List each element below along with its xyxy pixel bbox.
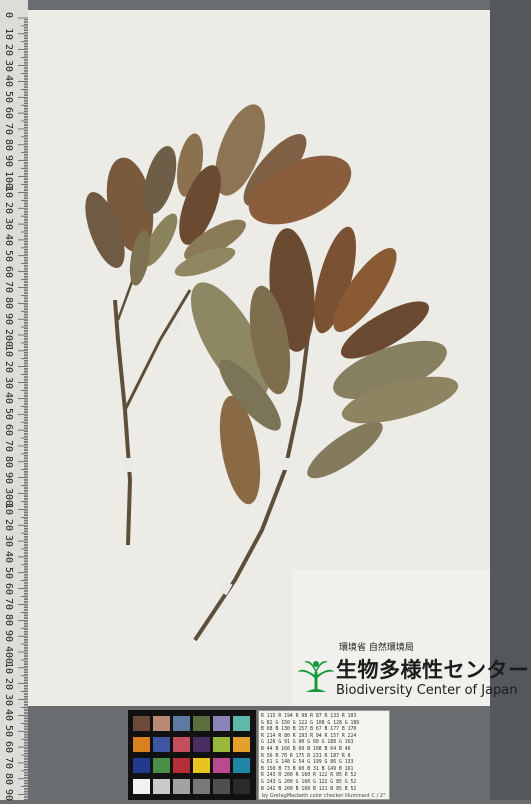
color-patch [173,716,190,731]
ruler-label: 10 [3,344,14,357]
ruler-label: 40 [3,550,14,563]
ruler-label: 60 [3,582,14,595]
scale-ruler: 0 10 20 30 40 50 60 70 80 90 100 10 20 30 40 50 60 70 80 90… [0,0,28,801]
ruler-label: 80 [3,138,14,151]
ruler-label: 80 [3,772,14,785]
ruler-label: 50 [3,249,14,262]
color-patch [153,779,170,794]
ruler-label: 30 [3,693,14,706]
color-patch [133,737,150,752]
biodiversity-logo-icon [298,661,334,692]
ruler-label: 90 [3,313,14,326]
ruler-label: 10 [3,503,14,516]
ministry-name: 環境省 自然環境局 [339,643,414,653]
color-patch [133,716,150,731]
ruler-label: 40 [3,709,14,722]
color-patch [233,737,250,752]
color-data-row: R 214 R 80 R 193 R 94 R 157 R 224 [261,733,357,739]
stem-left-twig [123,289,192,411]
leaf-cluster-upper [85,104,352,286]
color-patch [213,779,230,794]
color-data-row: R 243 R 200 R 160 R 122 R 85 R 52 [261,773,357,779]
ruler-label: 40 [3,75,14,88]
ruler-label: 20 [3,202,14,215]
ruler-label: 70 [3,598,14,611]
color-patch [193,758,210,773]
ruler-label: 50 [3,91,14,104]
ruler-label: 60 [3,741,14,754]
ruler-label: 90 [3,630,14,643]
ruler-label: 20 [3,360,14,373]
color-patch [173,758,190,773]
color-data-row: B 150 B 73 B 60 B 31 B 149 B 161 [261,766,354,772]
color-patch [173,779,190,794]
color-patch [233,716,250,731]
color-patch [153,758,170,773]
ruler-label: 90 [3,788,14,801]
color-patch [213,716,230,731]
color-checker-caption: by GretagMacbeth color checker illuminan… [262,793,386,799]
ruler-label: 30 [3,59,14,72]
ruler-label: 30 [3,218,14,231]
ruler-label: 40 [3,233,14,246]
center-name-english: Biodiversity Center of Japan [336,683,518,698]
color-patch [193,716,210,731]
stem-label-strip [282,458,290,470]
ruler-label: 60 [3,265,14,278]
ruler-label: 90 [3,471,14,484]
ruler-label: 80 [3,614,14,627]
ruler-label: 30 [3,535,14,548]
ruler-label: 50 [3,725,14,738]
ruler-label: 10 [3,186,14,199]
stem-label-strip [124,458,132,472]
color-data-row: G 126 G 91 G 90 G 60 G 188 G 163 [261,740,354,746]
color-patch [173,737,190,752]
color-data-row: G 82 G 150 G 122 G 108 G 128 G 189 [261,720,360,726]
ruler-label: 40 [3,392,14,405]
ruler-label: 20 [3,519,14,532]
color-data-row: B 44 B 166 B 99 B 108 B 64 B 46 [261,747,351,752]
ruler-label: 60 [3,424,14,437]
ruler-label: 20 [3,677,14,690]
color-data-row: B 242 B 200 B 160 B 121 B 85 B 52 [261,786,357,792]
stem-label-strip [171,319,184,334]
color-patch [213,737,230,752]
color-data-row: B 68 B 130 B 157 B 67 B 177 B 170 [261,727,357,733]
color-patch [133,779,150,794]
color-patch [153,716,170,731]
ruler-label: 10 [3,27,14,40]
ruler-label: 10 [3,661,14,674]
color-patch [233,779,250,794]
ruler-label: 30 [3,376,14,389]
color-patch [233,758,250,773]
color-patch [133,758,150,773]
ruler-label: 80 [3,455,14,468]
ruler-label: 70 [3,281,14,294]
ruler-label: 90 [3,154,14,167]
ruler-label: 50 [3,408,14,421]
ruler-label: 70 [3,122,14,135]
ruler-label: 60 [3,107,14,120]
ruler-label: 70 [3,439,14,452]
stem-left-branch [113,299,133,546]
ruler-label: 0 [3,12,14,19]
ruler-label: 70 [3,756,14,769]
color-patch [193,737,210,752]
color-data-row: R 56 R 70 R 175 R 231 R 187 R 8 [261,753,351,759]
color-patch [213,758,230,773]
center-name-japanese: 生物多様性センター [336,658,530,682]
color-patch [153,737,170,752]
stem-label-strip [219,580,233,596]
ruler-label: 50 [3,566,14,579]
color-checker-chart [128,710,256,800]
color-data-row: G 61 G 148 G 54 G 199 G 86 G 133 [261,760,354,766]
color-data-card: R 115 R 194 R 98 R 87 R 133 R 103 G 82 G … [258,710,390,800]
ruler-label: 80 [3,297,14,310]
color-data-row: R 115 R 194 R 98 R 87 R 133 R 103 [261,714,357,719]
color-data-row: G 243 G 200 G 160 G 122 G 85 G 52 [261,780,357,785]
ruler-label: 20 [3,43,14,56]
color-patch [193,779,210,794]
